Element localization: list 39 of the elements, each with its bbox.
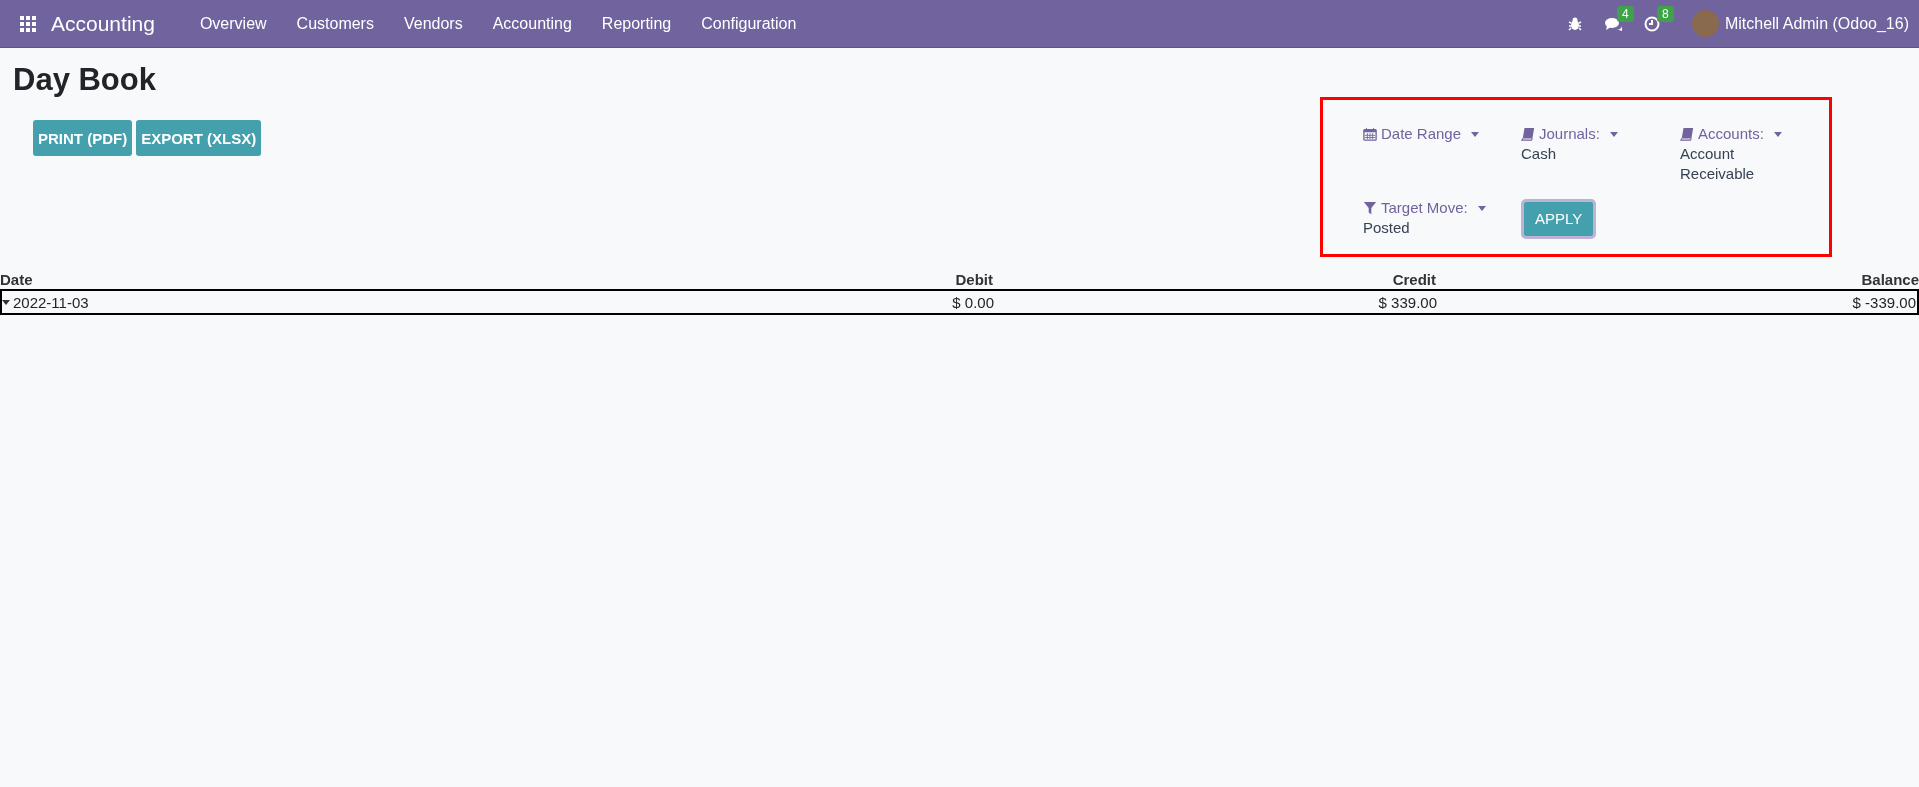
amount-cell-text: $ 339.00 [1377,293,1438,311]
amount-cell-text: $ 0.00 [951,293,995,311]
clock-icon[interactable] [1643,15,1660,32]
filter-dropdown[interactable]: Target Move: [1363,198,1486,218]
apply-button[interactable]: APPLY [1521,199,1597,239]
chat-icon[interactable] [1603,15,1622,32]
app-name[interactable]: Accounting [51,11,155,36]
caret-icon[interactable] [2,299,10,305]
column-header: Balance [1860,271,1919,288]
filter-value: Cash [1521,144,1558,164]
filter-value: Receivable [1680,164,1756,184]
report-button[interactable]: EXPORT (XLSX) [136,120,262,156]
book-icon [1521,127,1535,141]
menu-item[interactable]: Accounting [477,14,587,33]
funnel-icon [1363,201,1377,215]
date-cell[interactable]: 2022-11-03 [13,293,89,311]
message-count-badge: 4 [1616,5,1634,22]
menu-item[interactable]: Vendors [388,14,478,33]
column-header: Date [0,271,34,288]
filter-value: Posted [1363,218,1411,238]
user-name[interactable]: Mitchell Admin (Odoo_16) [1724,14,1909,33]
page-title: Day Book [13,62,157,98]
column-header: Debit [954,271,993,288]
menu-item[interactable]: Reporting [586,14,687,33]
activity-count-badge: 8 [1656,5,1674,22]
filter-dropdown[interactable]: Date Range [1363,124,1480,144]
report-button[interactable]: PRINT (PDF) [33,120,133,156]
menu-item[interactable]: Overview [184,14,282,33]
calendar-icon [1363,127,1377,141]
filter-value: Account [1680,144,1736,164]
filter-dropdown[interactable]: Journals: [1521,124,1618,144]
menu-item[interactable]: Configuration [686,14,812,33]
app-menu-icon[interactable] [20,15,36,32]
amount-cell-text: $ -339.00 [1851,293,1917,311]
bug-icon[interactable] [1567,16,1582,31]
menu-item[interactable]: Customers [281,14,389,33]
column-header: Credit [1391,271,1436,288]
book-icon [1680,127,1694,141]
filter-dropdown[interactable]: Accounts: [1680,124,1782,144]
